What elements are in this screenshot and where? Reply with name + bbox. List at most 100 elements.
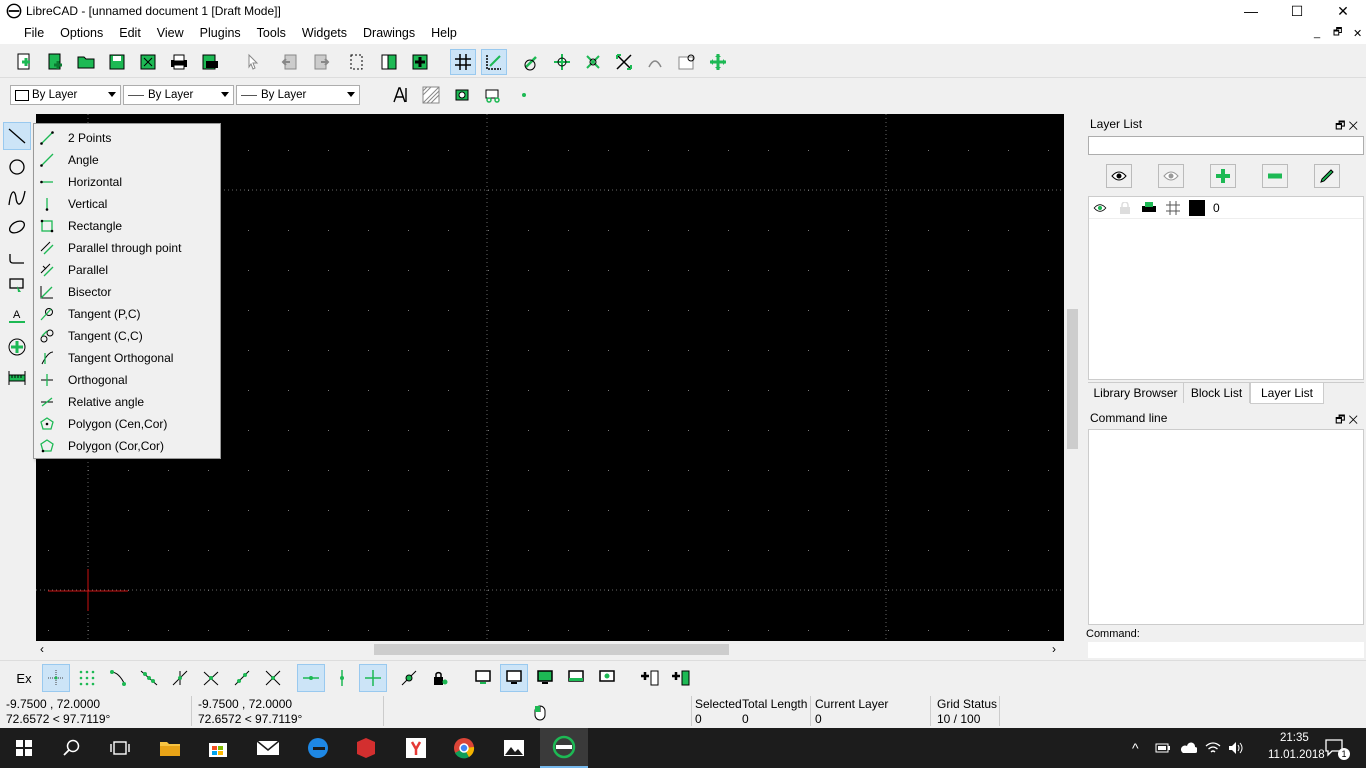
save-button[interactable] bbox=[104, 49, 130, 75]
horizontal-scrollbar[interactable]: ‹ › bbox=[36, 641, 1064, 658]
color-combo[interactable]: By Layer bbox=[10, 85, 121, 105]
block-tool-button[interactable] bbox=[480, 82, 506, 108]
dimension-tool-button[interactable]: A bbox=[3, 302, 31, 330]
zoom-previous-button[interactable] bbox=[642, 49, 668, 75]
add-block-button[interactable] bbox=[667, 664, 695, 692]
photos-app[interactable] bbox=[490, 728, 538, 768]
mdi-restore-button[interactable]: 🗗 bbox=[1333, 25, 1342, 42]
clock-date[interactable]: 11.01.2018 bbox=[1268, 749, 1325, 761]
line-tool-button[interactable] bbox=[3, 122, 31, 150]
menu-item-rectangle[interactable]: Rectangle bbox=[34, 215, 220, 237]
new-file-button[interactable] bbox=[11, 49, 37, 75]
menu-item-parallel[interactable]: Parallel bbox=[34, 259, 220, 281]
command-line-dock-buttons[interactable]: 🗗 ✕ bbox=[1335, 411, 1358, 430]
menu-item-relative-angle[interactable]: Relative angle bbox=[34, 391, 220, 413]
snap-middle-button[interactable] bbox=[197, 664, 225, 692]
onedrive-icon[interactable] bbox=[1179, 742, 1197, 754]
menu-options[interactable]: Options bbox=[52, 26, 111, 40]
circle-tool-button[interactable] bbox=[3, 153, 31, 181]
linetype-combo[interactable]: By Layer bbox=[236, 85, 360, 105]
zoom-auto-button[interactable] bbox=[611, 49, 637, 75]
chrome-app[interactable] bbox=[440, 728, 488, 768]
menu-item-tangent-cc[interactable]: Tangent (C,C) bbox=[34, 325, 220, 347]
menu-item-horizontal[interactable]: Horizontal bbox=[34, 171, 220, 193]
layer-lock-icon[interactable] bbox=[1119, 202, 1131, 214]
layer-filter-input[interactable] bbox=[1088, 136, 1364, 155]
horizontal-scroll-thumb[interactable] bbox=[374, 644, 729, 655]
redraw-button[interactable] bbox=[518, 49, 544, 75]
maximize-button[interactable]: ☐ bbox=[1274, 0, 1320, 22]
battery-icon[interactable] bbox=[1155, 742, 1171, 754]
menu-drawings[interactable]: Drawings bbox=[355, 26, 423, 40]
zoom-window-button[interactable] bbox=[674, 49, 700, 75]
remove-layer-button[interactable] bbox=[1262, 164, 1288, 188]
view-pen-button[interactable] bbox=[593, 664, 621, 692]
zoom-out-button[interactable] bbox=[580, 49, 606, 75]
tab-library-browser[interactable]: Library Browser bbox=[1088, 383, 1184, 403]
point-tool-button[interactable] bbox=[511, 82, 537, 108]
clock-time[interactable]: 21:35 bbox=[1280, 732, 1309, 744]
menu-item-bisector[interactable]: Bisector bbox=[34, 281, 220, 303]
draft-mode-button[interactable] bbox=[481, 49, 507, 75]
exclusive-snap-button[interactable]: Ex bbox=[10, 664, 38, 692]
snap-distance-button[interactable] bbox=[228, 664, 256, 692]
select-tool-button[interactable] bbox=[3, 272, 31, 300]
menu-item-tangent-orthogonal[interactable]: Tangent Orthogonal bbox=[34, 347, 220, 369]
text-tool-button[interactable] bbox=[388, 82, 414, 108]
menu-widgets[interactable]: Widgets bbox=[294, 26, 355, 40]
task-view-button[interactable] bbox=[96, 728, 144, 768]
grid-toggle-button[interactable] bbox=[450, 49, 476, 75]
new-template-button[interactable] bbox=[42, 49, 68, 75]
menu-file[interactable]: File bbox=[0, 26, 52, 40]
select-pointer-button[interactable] bbox=[240, 49, 266, 75]
save-as-button[interactable] bbox=[135, 49, 161, 75]
menu-plugins[interactable]: Plugins bbox=[192, 26, 249, 40]
vertical-scrollbar[interactable] bbox=[1064, 114, 1081, 641]
red-app[interactable] bbox=[342, 728, 390, 768]
layer-list-dock-buttons[interactable]: 🗗 ✕ bbox=[1335, 117, 1358, 136]
open-file-button[interactable] bbox=[73, 49, 99, 75]
command-input[interactable] bbox=[1088, 642, 1364, 658]
view-layer-button[interactable] bbox=[469, 664, 497, 692]
menu-item-vertical[interactable]: Vertical bbox=[34, 193, 220, 215]
ellipse-tool-button[interactable] bbox=[3, 213, 31, 241]
print-preview-button[interactable] bbox=[197, 49, 223, 75]
select-window-button[interactable] bbox=[344, 49, 370, 75]
menu-item-angle[interactable]: Angle bbox=[34, 149, 220, 171]
close-window-button[interactable]: ✕ bbox=[1320, 0, 1366, 22]
store-app[interactable] bbox=[194, 728, 242, 768]
menu-item-tangent-pc[interactable]: Tangent (P,C) bbox=[34, 303, 220, 325]
edge-app[interactable] bbox=[294, 728, 342, 768]
menu-view[interactable]: View bbox=[149, 26, 192, 40]
layer-construction-icon[interactable] bbox=[1166, 201, 1180, 215]
layer-print-icon[interactable] bbox=[1142, 202, 1156, 214]
spline-tool-button[interactable] bbox=[3, 184, 31, 212]
undo-button[interactable] bbox=[277, 49, 303, 75]
print-button[interactable] bbox=[166, 49, 192, 75]
mdi-close-button[interactable]: ✕ bbox=[1353, 27, 1362, 40]
start-button[interactable] bbox=[0, 728, 48, 768]
menu-help[interactable]: Help bbox=[423, 26, 465, 40]
restrict-horizontal-button[interactable] bbox=[297, 664, 325, 692]
hide-all-layers-button[interactable] bbox=[1158, 164, 1184, 188]
info-tool-button[interactable] bbox=[3, 364, 31, 392]
menu-tools[interactable]: Tools bbox=[249, 26, 294, 40]
snap-on-entity-button[interactable] bbox=[135, 664, 163, 692]
mdi-minimize-button[interactable]: _ bbox=[1314, 27, 1320, 39]
view-block-button[interactable] bbox=[531, 664, 559, 692]
layer-visible-icon[interactable] bbox=[1093, 203, 1107, 213]
snap-endpoint-button[interactable] bbox=[104, 664, 132, 692]
lock-relative-zero-button[interactable] bbox=[426, 664, 454, 692]
tray-expand-icon[interactable]: ^ bbox=[1132, 740, 1139, 756]
menu-item-orthogonal[interactable]: Orthogonal bbox=[34, 369, 220, 391]
layer-color-swatch[interactable] bbox=[1189, 200, 1205, 216]
zoom-pan-button[interactable] bbox=[705, 49, 731, 75]
snap-intersection-button[interactable] bbox=[259, 664, 287, 692]
tab-block-list[interactable]: Block List bbox=[1184, 383, 1250, 403]
menu-item-parallel-through-point[interactable]: Parallel through point bbox=[34, 237, 220, 259]
mail-app[interactable] bbox=[244, 728, 292, 768]
menu-item-polygon-cor-cor[interactable]: Polygon (Cor,Cor) bbox=[34, 435, 220, 457]
show-all-layers-button[interactable] bbox=[1106, 164, 1132, 188]
file-explorer-app[interactable] bbox=[146, 728, 194, 768]
menu-edit[interactable]: Edit bbox=[111, 26, 149, 40]
